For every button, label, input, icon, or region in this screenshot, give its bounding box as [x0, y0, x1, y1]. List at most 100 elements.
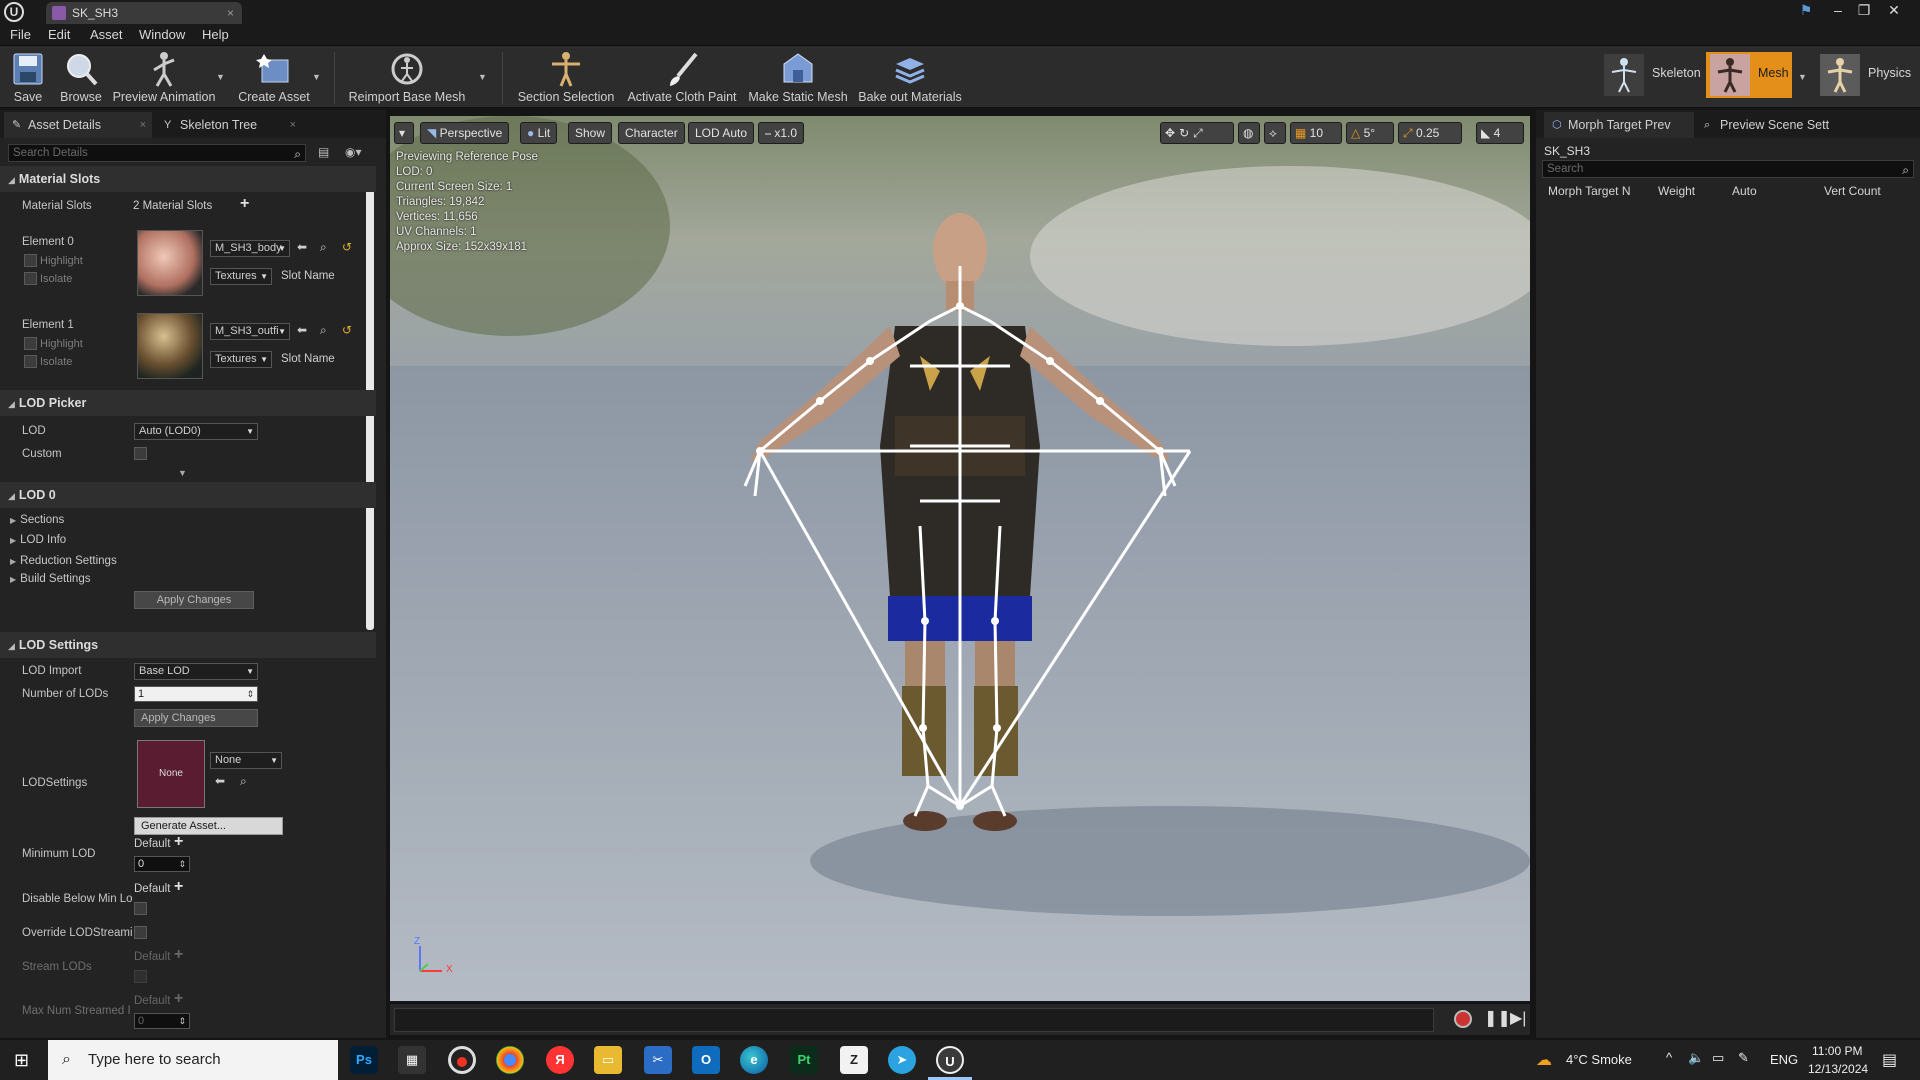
coordinate-space-button[interactable]: ◍ — [1238, 122, 1260, 144]
calendar-app-icon[interactable]: ▦ — [398, 1046, 426, 1074]
number-of-lods-input[interactable]: 1 ⇕ — [134, 686, 258, 702]
browse-asset-icon[interactable]: ⌕ — [320, 323, 327, 338]
clock-time[interactable]: 11:00 PM — [1812, 1044, 1862, 1058]
menu-asset[interactable]: Asset — [90, 24, 123, 46]
chrome-icon[interactable] — [496, 1046, 524, 1074]
physics-mode-button[interactable]: Physics — [1816, 52, 1920, 98]
language-indicator[interactable]: ENG — [1770, 1052, 1798, 1067]
lod-settings-header[interactable]: ◢ LOD Settings — [0, 632, 376, 658]
weather-icon[interactable]: ☁ — [1536, 1050, 1552, 1070]
volume-icon[interactable]: 🔈 — [1688, 1050, 1704, 1066]
add-platform-override-icon[interactable]: + — [174, 833, 183, 851]
preview-animation-dropdown-icon[interactable]: ▼ — [216, 72, 225, 82]
snipping-tool-icon[interactable]: ✂ — [644, 1046, 672, 1074]
menu-file[interactable]: File — [10, 24, 31, 46]
weather-text[interactable]: 4°C Smoke — [1566, 1052, 1632, 1067]
add-material-slot-icon[interactable]: + — [240, 195, 249, 213]
minimize-button[interactable]: – — [1826, 0, 1850, 20]
network-icon[interactable]: ▭ — [1712, 1050, 1724, 1066]
edge-icon[interactable]: e — [740, 1046, 768, 1074]
restore-button[interactable]: ❐ — [1852, 0, 1876, 20]
browse-asset-icon[interactable]: ⌕ — [320, 240, 327, 255]
menu-edit[interactable]: Edit — [48, 24, 70, 46]
record-button[interactable] — [1454, 1010, 1472, 1028]
tab-skeleton-tree[interactable]: Y Skeleton Tree × — [156, 112, 302, 138]
tab-morph-target-preview[interactable]: ⬡ Morph Target Prev — [1544, 112, 1694, 138]
step-forward-button[interactable]: ▶| — [1510, 1008, 1526, 1028]
skeleton-mode-button[interactable]: Skeleton — [1600, 52, 1701, 98]
lit-button[interactable]: ● Lit — [520, 122, 558, 144]
notification-icon[interactable]: ⚑ — [1794, 0, 1818, 20]
unreal-engine-taskbar-icon[interactable]: U — [936, 1046, 964, 1074]
lod-info-item[interactable]: ▶ LOD Info — [10, 534, 66, 546]
column-vert-count[interactable]: Vert Count — [1824, 184, 1881, 198]
viewport-options-dropdown[interactable]: ▾ — [394, 122, 414, 144]
close-tab-icon[interactable]: × — [227, 2, 234, 24]
lod-settings-thumbnail[interactable]: None — [137, 740, 205, 808]
pause-button[interactable]: ❚❚ — [1484, 1008, 1511, 1028]
browse-asset-icon[interactable]: ⌕ — [240, 774, 247, 789]
outlook-icon[interactable]: O — [692, 1046, 720, 1074]
material-select-outfit[interactable]: M_SH3_outfi ▼ — [210, 323, 290, 340]
add-platform-override-icon[interactable]: + — [174, 878, 183, 896]
morph-search-input[interactable]: Search ⌕ — [1542, 160, 1914, 178]
lod0-apply-changes-button[interactable]: Apply Changes — [134, 591, 254, 609]
create-asset-button[interactable]: Create Asset — [236, 48, 312, 106]
notifications-icon[interactable]: ▤ — [1882, 1050, 1897, 1070]
use-selected-arrow-icon[interactable]: ⬅ — [297, 240, 307, 254]
lod-settings-apply-changes-button[interactable]: Apply Changes — [134, 709, 258, 727]
reset-to-default-icon[interactable]: ↺ — [342, 323, 352, 337]
pen-icon[interactable]: ✎ — [1738, 1050, 1749, 1066]
menu-window[interactable]: Window — [139, 24, 185, 46]
mesh-mode-button[interactable]: Mesh — [1706, 52, 1792, 98]
close-window-button[interactable]: ✕ — [1882, 0, 1906, 20]
scale-snap-button[interactable]: ⤢ 0.25 — [1398, 122, 1462, 144]
zbrush-icon[interactable]: Z — [840, 1046, 868, 1074]
windows-start-icon[interactable]: ⊞ — [14, 1050, 29, 1071]
textures-dropdown[interactable]: Textures ▼ — [210, 268, 272, 285]
reset-to-default-icon[interactable]: ↺ — [342, 240, 352, 254]
minimum-lod-input[interactable]: 0 ⇕ — [134, 856, 190, 872]
transform-tools-group[interactable]: ✥↻⤢ — [1160, 122, 1234, 144]
close-tab-icon[interactable]: × — [290, 112, 296, 138]
textures-dropdown[interactable]: Textures ▼ — [210, 351, 272, 368]
translate-icon[interactable]: ✥ — [1165, 126, 1179, 140]
lod-dropdown[interactable]: Auto (LOD0) ▼ — [134, 423, 258, 440]
preview-animation-button[interactable]: Preview Animation — [112, 48, 216, 106]
material-thumbnail-body[interactable] — [137, 230, 203, 296]
file-explorer-icon[interactable]: ▭ — [594, 1046, 622, 1074]
generate-asset-button[interactable]: Generate Asset... — [134, 817, 283, 835]
close-tab-icon[interactable]: × — [140, 112, 146, 138]
playback-speed-button[interactable]: ⎯ x1.0 — [758, 122, 805, 144]
show-hidden-icons-icon[interactable]: ^ — [1666, 1050, 1672, 1065]
bake-out-materials-button[interactable]: Bake out Materials — [858, 48, 962, 106]
character-button[interactable]: Character — [618, 122, 685, 144]
lod0-header[interactable]: ◢ LOD 0 — [0, 482, 376, 508]
use-selected-arrow-icon[interactable]: ⬅ — [215, 774, 225, 788]
telegram-icon[interactable]: ➤ — [888, 1046, 916, 1074]
painter-app-icon[interactable]: Pt — [790, 1046, 818, 1074]
build-settings-item[interactable]: ▶ Build Settings — [10, 573, 90, 585]
use-selected-arrow-icon[interactable]: ⬅ — [297, 323, 307, 337]
photoshop-icon[interactable]: Ps — [350, 1046, 378, 1074]
surface-snap-button[interactable]: ⟡ — [1264, 122, 1286, 144]
create-asset-dropdown-icon[interactable]: ▼ — [312, 72, 321, 82]
material-slots-header[interactable]: ◢ Material Slots — [0, 166, 376, 192]
material-thumbnail-outfit[interactable] — [137, 313, 203, 379]
rotation-snap-button[interactable]: △ 5° — [1346, 122, 1394, 144]
column-weight[interactable]: Weight — [1658, 184, 1695, 198]
scale-icon[interactable]: ⤢ — [1193, 126, 1207, 140]
highlight-checkbox[interactable] — [24, 337, 37, 350]
mesh-mode-dropdown-icon[interactable]: ▼ — [1798, 72, 1807, 82]
tab-asset-details[interactable]: ✎ Asset Details × — [4, 112, 152, 138]
activate-cloth-paint-button[interactable]: Activate Cloth Paint — [626, 48, 738, 106]
clock-date[interactable]: 12/13/2024 — [1808, 1062, 1868, 1076]
eye-icon[interactable]: ◉▾ — [345, 145, 362, 159]
sections-item[interactable]: ▶ Sections — [10, 514, 64, 526]
view-options-icon[interactable]: ▤ — [318, 145, 329, 159]
save-button[interactable]: Save — [6, 48, 50, 106]
timeline-track[interactable] — [394, 1008, 1434, 1032]
override-lod-streaming-checkbox[interactable] — [134, 926, 147, 939]
reimport-dropdown-icon[interactable]: ▼ — [478, 72, 487, 82]
reduction-settings-item[interactable]: ▶ Reduction Settings — [10, 555, 117, 567]
